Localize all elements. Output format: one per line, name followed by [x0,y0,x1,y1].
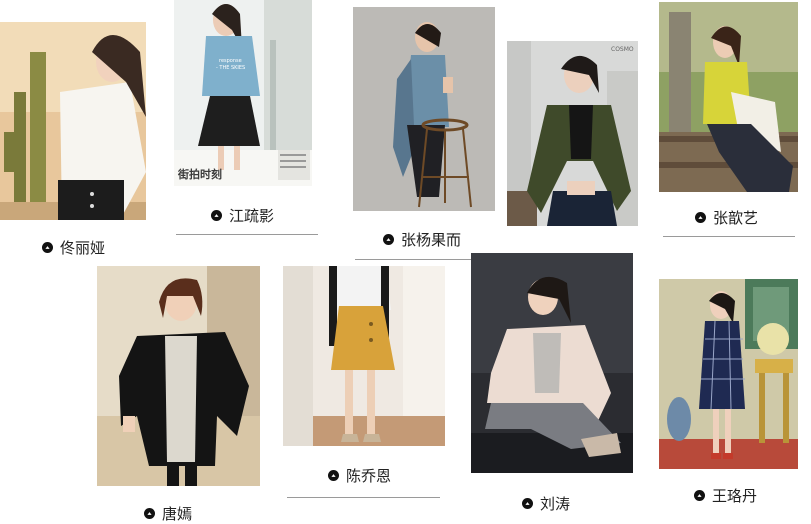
arrow-up-icon [383,234,394,245]
magazine-headline: 街拍时刻 [178,168,222,181]
portrait-white-blouse-cactus-icon [0,22,146,220]
celebrity-name-label[interactable]: 江疏影 [211,205,274,226]
celebrity-name: 陈乔恩 [346,467,392,485]
celebrity-photo-3[interactable] [353,7,495,211]
celebrity-name: 江疏影 [229,207,275,225]
celebrity-name: 刘涛 [540,495,571,513]
celebrity-name-label[interactable]: 陈乔恩 [328,465,391,486]
arrow-up-icon [144,508,155,519]
celebrity-name-label[interactable]: 王珞丹 [694,485,757,506]
divider-line [176,234,318,235]
celebrity-photo-5[interactable] [659,2,798,192]
portrait-mustard-skirt-icon [283,266,445,446]
arrow-up-icon [328,470,339,481]
portrait-black-leather-jacket-icon [97,266,260,486]
celebrity-name-label[interactable]: 张杨果而 [383,229,461,250]
arrow-up-icon [522,498,533,509]
celebrity-name-label[interactable]: 唐嫣 [144,503,192,524]
celebrity-photo-9[interactable] [659,279,798,469]
celebrity-name-label[interactable]: 刘涛 [522,493,570,514]
cover-tag-text: COSMO [611,46,634,53]
celebrity-photo-4[interactable]: COSMO [507,41,638,226]
arrow-up-icon [694,490,705,501]
arrow-up-icon [211,210,222,221]
magazine-page-blue-sweater-icon [174,0,312,186]
celebrity-photo-7[interactable] [283,266,445,446]
celebrity-name: 唐嫣 [162,505,193,523]
sweater-print-text: - THE SKIES [216,65,246,71]
celebrity-name-label[interactable]: 张歆艺 [695,207,758,228]
celebrity-name: 佟丽娅 [60,239,106,257]
arrow-up-icon [695,212,706,223]
celebrity-name: 王珞丹 [712,487,758,505]
celebrity-photo-1[interactable] [0,22,146,220]
portrait-yellow-sweater-fence-icon [659,2,798,192]
portrait-plaid-dress-interior-icon [659,279,798,469]
celebrity-photo-2[interactable]: response - THE SKIES 街拍时刻 [174,0,312,186]
celebrity-photo-8[interactable] [471,253,633,473]
arrow-up-icon [42,242,53,253]
divider-line [663,236,795,237]
celebrity-name-label[interactable]: 佟丽娅 [42,237,105,258]
divider-line [287,497,440,498]
celebrity-name: 张杨果而 [401,231,462,249]
celebrity-name: 张歆艺 [713,209,759,227]
sweater-brand-text: response [219,58,242,64]
portrait-green-satin-jacket-icon: COSMO [507,41,638,226]
portrait-cream-coat-plaid-pants-icon [471,253,633,473]
portrait-blue-top-stool-icon [353,7,495,211]
celebrity-photo-6[interactable] [97,266,260,486]
